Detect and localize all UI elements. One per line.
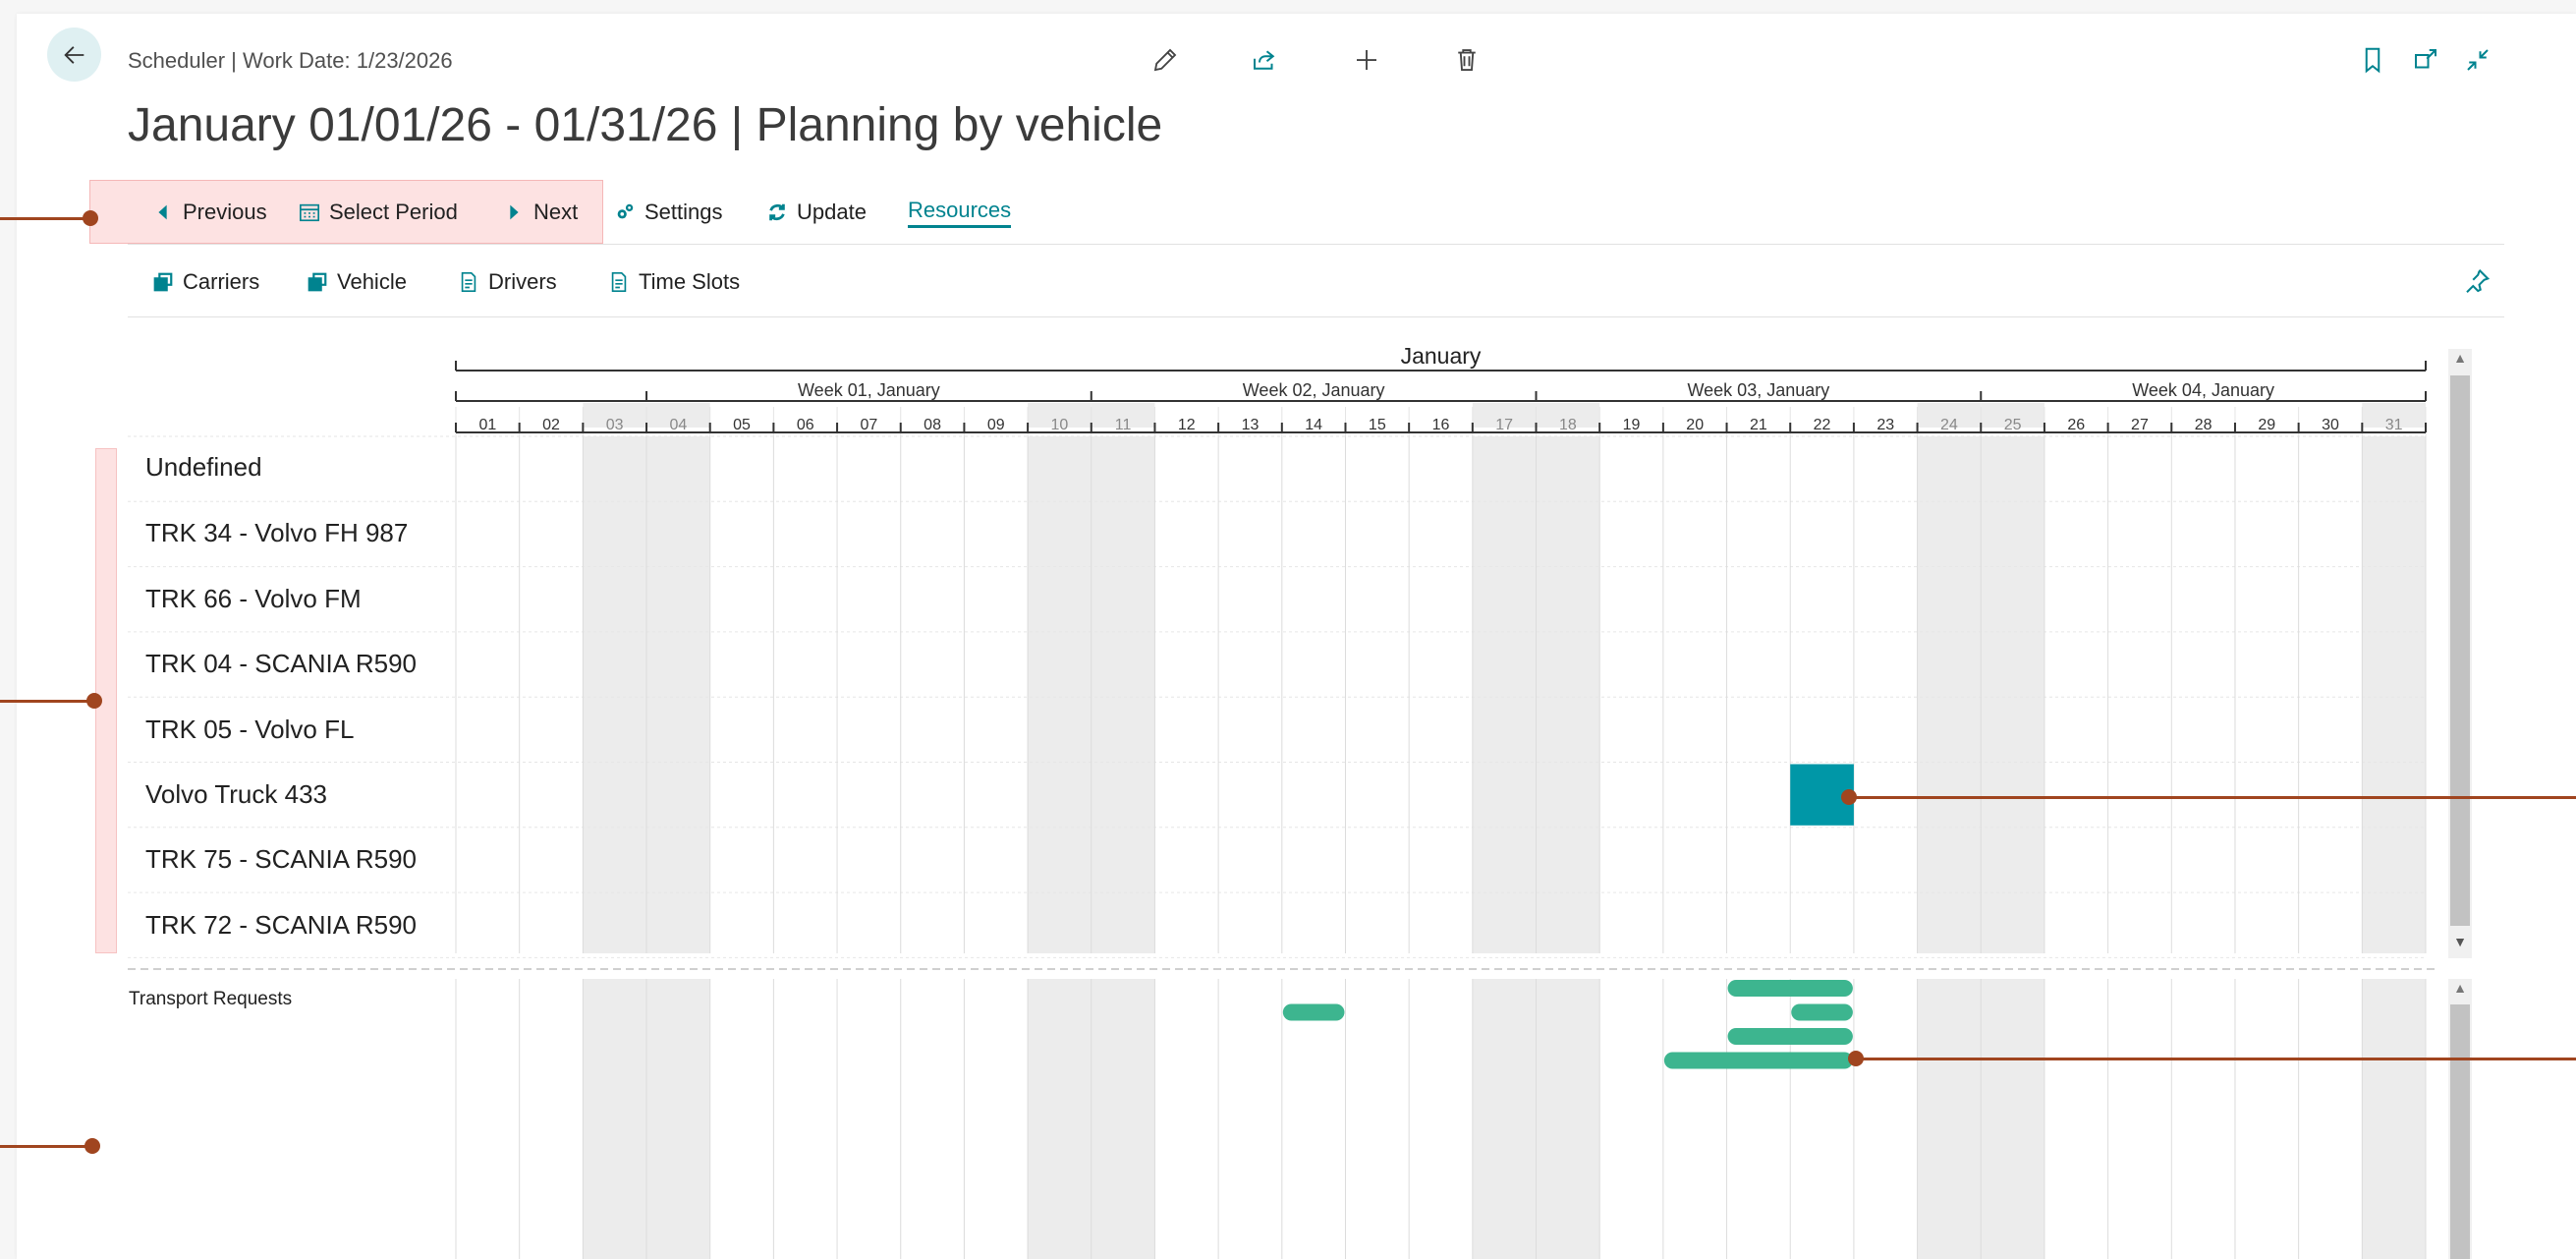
transport-request-bar	[1791, 1003, 1853, 1021]
week-label: Week 01, January	[798, 380, 940, 400]
day-label: 11	[1115, 417, 1132, 433]
day-label: 15	[1369, 417, 1386, 433]
scroll-up-icon[interactable]: ▲	[2450, 350, 2470, 366]
day-label: 10	[1051, 417, 1069, 433]
weekend-column	[1917, 436, 1982, 953]
weekend-column	[583, 979, 647, 1259]
day-label: 20	[1686, 417, 1704, 433]
weekend-column	[1091, 979, 1155, 1259]
day-label: 31	[2385, 417, 2403, 433]
day-label: 08	[924, 417, 941, 433]
day-label: 25	[2004, 417, 2022, 433]
day-label: 28	[2195, 417, 2212, 433]
scroll-down-icon[interactable]: ▼	[2450, 934, 2470, 949]
callout-dot	[1848, 1051, 1864, 1066]
day-label: 27	[2131, 417, 2149, 433]
transport-request-bar	[1282, 1003, 1345, 1021]
callout-dot	[86, 693, 102, 709]
weekend-column	[1917, 979, 1982, 1259]
callout-dot	[1841, 789, 1857, 805]
resource-scrollbar-thumb[interactable]	[2450, 375, 2470, 926]
weekend-column	[1091, 436, 1155, 953]
day-label: 12	[1178, 417, 1196, 433]
day-label: 26	[2067, 417, 2085, 433]
weekend-column	[583, 436, 647, 953]
scroll-up-icon[interactable]: ▲	[2450, 980, 2470, 996]
weekend-column	[2362, 436, 2426, 953]
day-label: 21	[1750, 417, 1767, 433]
weekend-column	[1536, 436, 1600, 953]
day-label: 18	[1559, 417, 1577, 433]
callout-line	[1857, 1058, 2576, 1060]
callout-line	[1849, 796, 2576, 799]
weekend-column	[646, 436, 710, 953]
transport-request-bar	[1663, 1052, 1853, 1069]
day-label: 05	[733, 417, 751, 433]
weekend-column	[1981, 979, 2044, 1259]
weekend-column	[1472, 979, 1537, 1259]
callout-line	[0, 1145, 92, 1148]
day-label: 13	[1242, 417, 1260, 433]
requests-scrollbar-thumb[interactable]	[2450, 1004, 2470, 1259]
day-label: 17	[1495, 417, 1513, 433]
weekend-column	[1028, 436, 1092, 953]
day-label: 29	[2258, 417, 2275, 433]
day-label: 09	[987, 417, 1005, 433]
transport-request-bar	[1727, 1028, 1853, 1045]
day-label: 04	[669, 417, 687, 433]
weekend-column	[1472, 436, 1537, 953]
callout-line	[0, 700, 94, 703]
day-label: 06	[797, 417, 814, 433]
day-label: 30	[2322, 417, 2339, 433]
day-label: 01	[478, 417, 496, 433]
day-label: 16	[1432, 417, 1450, 433]
day-label: 03	[606, 417, 624, 433]
week-label: Week 04, January	[2132, 380, 2274, 400]
weekend-column	[2362, 979, 2426, 1259]
day-label: 24	[1940, 417, 1958, 433]
week-label: Week 02, January	[1243, 380, 1385, 400]
day-label: 23	[1876, 417, 1894, 433]
month-label: January	[1401, 343, 1482, 369]
callout-dot	[84, 1138, 100, 1154]
gantt-chart[interactable]: January Week 01, January Week 02, January W…	[0, 0, 2576, 1259]
week-label: Week 03, January	[1688, 380, 1830, 400]
callout-line	[0, 217, 90, 220]
transport-request-bar	[1727, 980, 1853, 997]
weekend-column	[646, 979, 710, 1259]
day-label: 07	[861, 417, 878, 433]
weekend-column	[1536, 979, 1600, 1259]
callout-dot	[83, 210, 98, 226]
weekend-column	[1981, 436, 2044, 953]
day-label: 02	[542, 417, 560, 433]
day-label: 14	[1305, 417, 1322, 433]
weekend-column	[1028, 979, 1092, 1259]
day-label: 22	[1814, 417, 1831, 433]
day-label: 19	[1623, 417, 1641, 433]
